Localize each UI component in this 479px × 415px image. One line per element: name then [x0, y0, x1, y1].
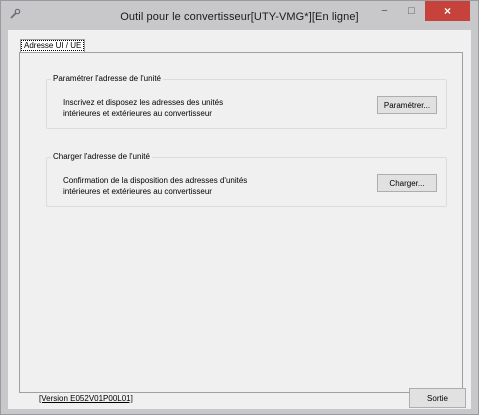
- load-address-description-line2: intérieures et extérieures au convertiss…: [63, 187, 212, 196]
- tab-adresse-ui-ue[interactable]: Adresse UI / UE: [20, 39, 86, 52]
- maximize-button[interactable]: □: [398, 1, 425, 21]
- load-address-group-title: Charger l'adresse de l'unité: [51, 152, 152, 162]
- version-label: [Version E052V01P00L01]: [39, 394, 133, 403]
- set-address-group: Paramétrer l'adresse de l'unité Inscrive…: [46, 74, 447, 129]
- window-controls: − □ ×: [371, 1, 470, 23]
- load-address-description-line1: Confirmation de la disposition des adres…: [63, 176, 248, 185]
- app-window: Outil pour le convertisseur[UTY-VMG*][En…: [0, 0, 479, 415]
- set-address-description-line1: Inscrivez et disposez les adresses des u…: [63, 98, 224, 107]
- close-button[interactable]: ×: [425, 1, 470, 21]
- title-bar[interactable]: Outil pour le convertisseur[UTY-VMG*][En…: [1, 1, 478, 30]
- load-address-group: Charger l'adresse de l'unité Confirmatio…: [46, 152, 447, 207]
- set-address-button[interactable]: Paramétrer...: [377, 96, 437, 114]
- load-address-button[interactable]: Charger...: [377, 174, 437, 192]
- tab-panel: Paramétrer l'adresse de l'unité Inscrive…: [19, 52, 463, 393]
- client-area: Adresse UI / UE Paramétrer l'adresse de …: [8, 30, 471, 409]
- minimize-button[interactable]: −: [371, 1, 398, 21]
- exit-button[interactable]: Sortie: [409, 388, 466, 408]
- set-address-group-title: Paramétrer l'adresse de l'unité: [51, 74, 163, 84]
- set-address-description-line2: intérieures et extérieures au convertiss…: [63, 109, 212, 118]
